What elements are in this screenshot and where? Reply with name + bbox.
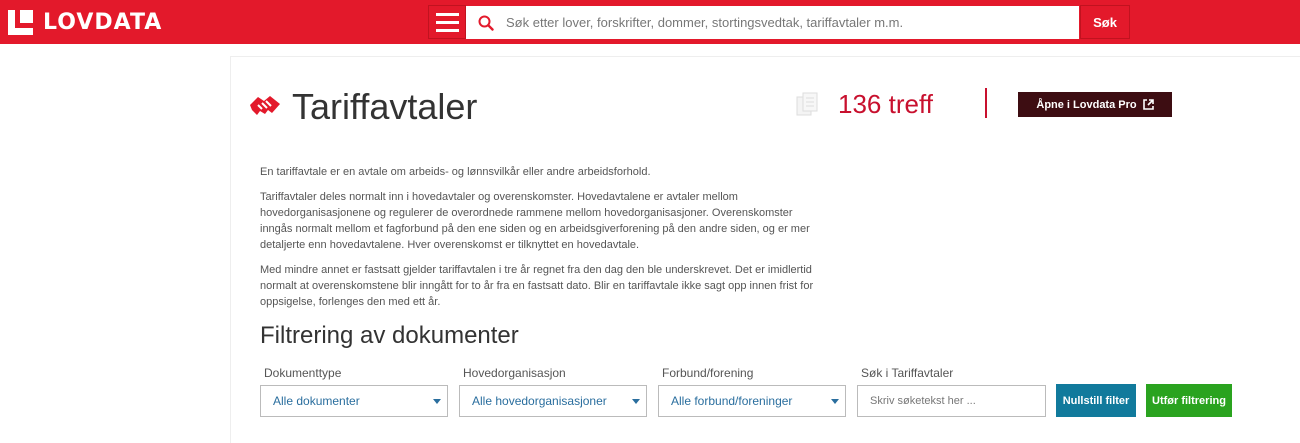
handshake-icon — [250, 96, 280, 115]
union-label: Forbund/forening — [662, 366, 754, 380]
open-lovdata-pro-button[interactable]: Åpne i Lovdata Pro — [1018, 92, 1172, 117]
logo-text: LOVDATA — [43, 10, 163, 35]
search-box — [466, 6, 1079, 39]
lovdata-logo[interactable]: LOVDATA — [8, 10, 162, 35]
chevron-down-icon — [433, 399, 441, 404]
main-org-value: Alle hovedorganisasjoner — [472, 394, 607, 408]
description-paragraph: Tariffavtaler deles normalt inn i hoveda… — [260, 191, 810, 251]
lovdata-logo-icon — [8, 10, 33, 35]
filter-title: Filtrering av dokumenter — [260, 322, 519, 349]
document-type-label: Dokumenttype — [264, 366, 342, 380]
description-paragraph: En tariffavtale er en avtale om arbeids-… — [260, 166, 651, 178]
page-title: Tariffavtaler — [292, 86, 478, 127]
union-select[interactable]: Alle forbund/foreninger — [658, 385, 846, 417]
open-pro-label: Åpne i Lovdata Pro — [1036, 98, 1137, 111]
reset-filter-button[interactable]: Nullstill filter — [1056, 384, 1136, 417]
search-button[interactable]: Søk — [1080, 5, 1130, 39]
document-type-select[interactable]: Alle dokumenter — [260, 385, 448, 417]
hit-count: 136 treff — [838, 89, 933, 119]
hamburger-icon — [435, 12, 459, 16]
main-org-label: Hovedorganisasjon — [463, 366, 566, 380]
search-icon — [466, 15, 506, 31]
document-type-value: Alle dokumenter — [273, 394, 360, 408]
documents-icon — [796, 92, 818, 116]
union-value: Alle forbund/foreninger — [671, 394, 793, 408]
page-title-row: Tariffavtaler — [248, 86, 477, 128]
chevron-down-icon — [831, 399, 839, 404]
search-input[interactable] — [506, 15, 1066, 30]
filter-search-input[interactable] — [857, 385, 1046, 417]
description-paragraph: Med mindre annet er fastsatt gjelder tar… — [260, 264, 814, 308]
apply-filter-button[interactable]: Utfør filtrering — [1146, 384, 1232, 417]
search-filter-label: Søk i Tariffavtaler — [861, 366, 954, 380]
divider — [985, 88, 987, 118]
menu-button[interactable] — [428, 5, 466, 39]
description: En tariffavtale er en avtale om arbeids-… — [260, 164, 820, 319]
chevron-down-icon — [632, 399, 640, 404]
external-link-icon — [1142, 99, 1154, 110]
top-bar: LOVDATA Søk — [0, 0, 1300, 44]
main-org-select[interactable]: Alle hovedorganisasjoner — [459, 385, 647, 417]
